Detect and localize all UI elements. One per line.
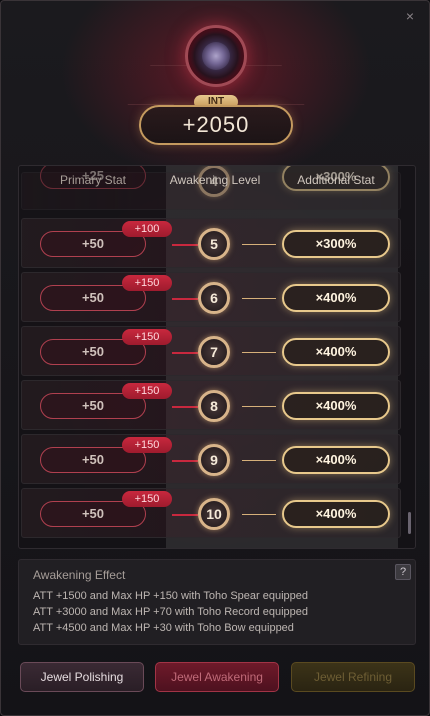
bonus-badge: +150 xyxy=(122,383,172,399)
link-line xyxy=(242,298,276,299)
awakening-level-circle: 5 xyxy=(198,228,230,260)
jewel-core xyxy=(202,42,230,70)
table-row[interactable]: +50 +150 10 ×400% xyxy=(21,488,401,538)
additional-stat-pill: ×400% xyxy=(282,446,390,474)
ornament-right xyxy=(235,65,305,105)
bonus-badge: +150 xyxy=(122,491,172,507)
link-line xyxy=(242,460,276,461)
link-line xyxy=(172,514,198,516)
bonus-badge: +150 xyxy=(122,275,172,291)
awakening-level-circle: 10 xyxy=(198,498,230,530)
table-scrollbar[interactable] xyxy=(408,512,411,534)
tab-jewel-refining[interactable]: Jewel Refining xyxy=(291,662,415,692)
awakening-level-circle: 6 xyxy=(198,282,230,314)
help-icon[interactable]: ? xyxy=(395,564,411,580)
awakening-level-circle: 9 xyxy=(198,444,230,476)
ornament-left xyxy=(127,65,197,105)
bonus-badge: +150 xyxy=(122,437,172,453)
link-line xyxy=(172,406,198,408)
close-icon[interactable]: × xyxy=(401,7,419,25)
additional-stat-pill: ×400% xyxy=(282,284,390,312)
bonus-badge: +150 xyxy=(122,329,172,345)
table-row[interactable]: +50 +150 6 ×400% xyxy=(21,272,401,322)
additional-stat-pill: ×300% xyxy=(282,230,390,258)
awakening-table: +25 4 ×300% +50 +100 5 ×300% +50 +150 6 … xyxy=(18,165,416,549)
link-line xyxy=(242,514,276,515)
effect-line: ATT +3000 and Max HP +70 with Toho Recor… xyxy=(33,606,308,618)
link-line xyxy=(172,244,198,246)
stat-value: +2050 xyxy=(139,105,293,145)
awakening-effect-panel: Awakening Effect ? ATT +1500 and Max HP … xyxy=(18,559,416,645)
table-rows: +25 4 ×300% +50 +100 5 ×300% +50 +150 6 … xyxy=(19,166,415,548)
table-row[interactable]: +50 +150 9 ×400% xyxy=(21,434,401,484)
header-additional-stat: Additional Stat xyxy=(297,173,375,187)
link-line xyxy=(242,406,276,407)
tab-jewel-polishing[interactable]: Jewel Polishing xyxy=(20,662,144,692)
awakening-level-circle: 8 xyxy=(198,390,230,422)
awakening-level-circle: 7 xyxy=(198,336,230,368)
tab-jewel-awakening[interactable]: Jewel Awakening xyxy=(155,662,279,692)
table-row[interactable]: +50 +100 5 ×300% xyxy=(21,218,401,268)
jewel-icon xyxy=(185,25,247,87)
effect-line: ATT +4500 and Max HP +30 with Toho Bow e… xyxy=(33,622,294,634)
header-awakening-level: Awakening Level xyxy=(169,173,261,187)
link-line xyxy=(172,298,198,300)
table-row[interactable]: +50 +150 7 ×400% xyxy=(21,326,401,376)
link-line xyxy=(172,352,198,354)
link-line xyxy=(172,460,198,462)
effect-line: ATT +1500 and Max HP +150 with Toho Spea… xyxy=(33,590,308,602)
additional-stat-pill: ×400% xyxy=(282,392,390,420)
table-row[interactable]: +50 +150 8 ×400% xyxy=(21,380,401,430)
header-primary-stat: Primary Stat xyxy=(59,173,126,187)
effect-title: Awakening Effect xyxy=(33,568,126,582)
link-line xyxy=(242,352,276,353)
bonus-badge: +100 xyxy=(122,221,172,237)
link-line xyxy=(242,244,276,245)
additional-stat-pill: ×400% xyxy=(282,500,390,528)
awakening-window: × INT +2050 +25 4 ×300% +50 +100 5 ×300% xyxy=(0,0,430,716)
additional-stat-pill: ×400% xyxy=(282,338,390,366)
